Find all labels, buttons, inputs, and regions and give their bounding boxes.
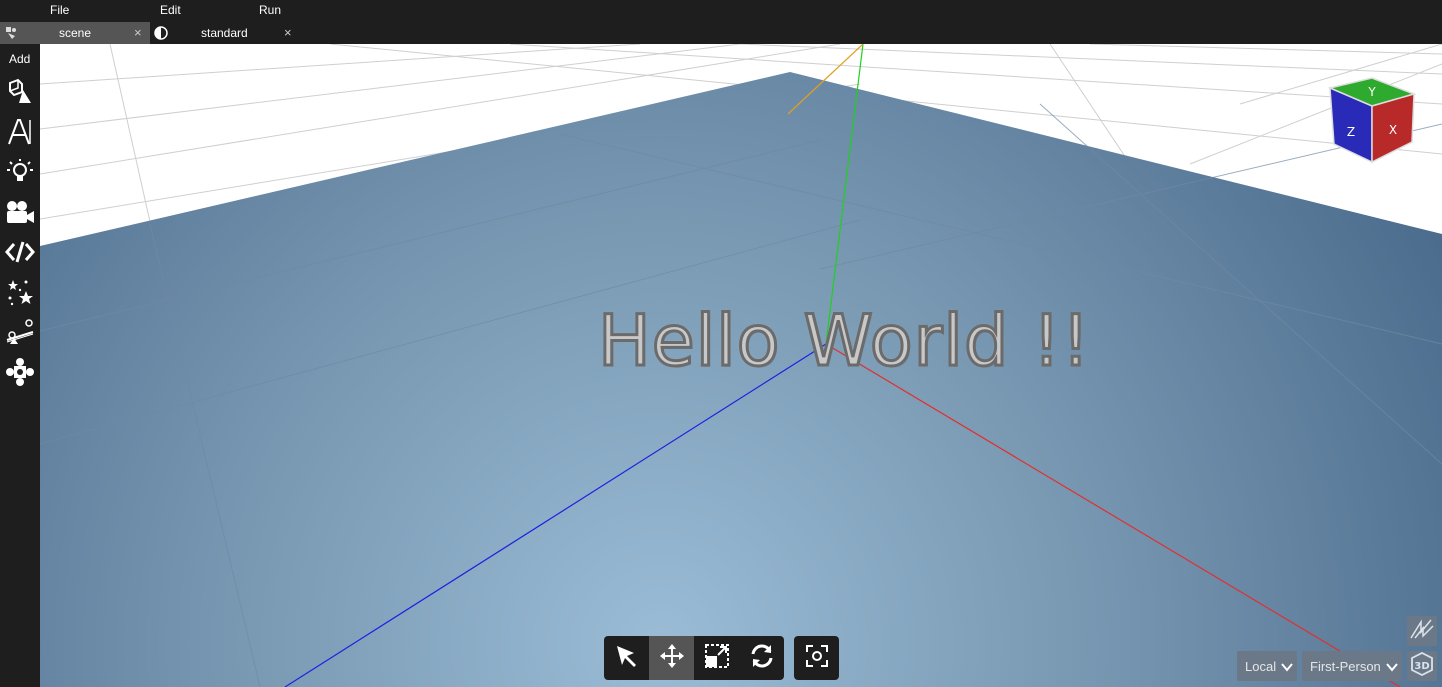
chevron-down-icon xyxy=(1281,660,1293,675)
particles-icon xyxy=(6,278,34,311)
add-particles-button[interactable] xyxy=(5,279,35,309)
tab-close-button[interactable]: × xyxy=(134,25,142,40)
svg-text:3D: 3D xyxy=(1414,661,1429,672)
rotate-tool-button[interactable] xyxy=(739,636,784,680)
hello-world-text-mesh[interactable]: Hello World !! xyxy=(597,299,1092,384)
rotate-icon xyxy=(749,643,775,674)
gamepad-icon xyxy=(6,357,34,391)
add-mesh-button[interactable] xyxy=(5,78,35,111)
focus-icon xyxy=(805,644,829,673)
script-icon xyxy=(5,240,35,269)
camera-mode-select[interactable]: First-Person xyxy=(1302,651,1402,681)
add-camera-button[interactable] xyxy=(5,199,35,229)
select-icon xyxy=(614,643,640,674)
space-select[interactable]: Local xyxy=(1237,651,1297,681)
move-icon xyxy=(659,643,685,674)
select-tool-button[interactable] xyxy=(604,636,649,680)
move-tool-button[interactable] xyxy=(649,636,694,680)
tab-bar: scene × standard × xyxy=(0,22,1442,44)
cube-label-x: X xyxy=(1389,123,1397,137)
text-icon xyxy=(7,118,33,151)
add-script-button[interactable] xyxy=(5,239,35,269)
tab-close-button[interactable]: × xyxy=(284,25,292,40)
add-controller-button[interactable] xyxy=(5,357,35,391)
cube-label-y: Y xyxy=(1367,85,1376,99)
cube-3d-icon: 3D xyxy=(1409,651,1435,682)
physics-icon xyxy=(5,318,35,351)
add-physics-button[interactable] xyxy=(5,318,35,351)
tab-label: standard xyxy=(201,26,248,40)
menu-file[interactable]: File xyxy=(50,3,69,17)
tab-scene[interactable]: scene × xyxy=(0,22,150,44)
add-text-button[interactable] xyxy=(5,118,35,151)
add-light-button[interactable] xyxy=(5,158,35,191)
scale-icon xyxy=(704,643,730,674)
tab-standard[interactable]: standard × xyxy=(150,22,300,44)
wireframe-icon xyxy=(1409,618,1435,645)
material-icon xyxy=(154,26,168,40)
menu-run[interactable]: Run xyxy=(259,3,281,17)
menu-bar: File Edit Run xyxy=(0,0,1442,22)
add-toolbar: Add xyxy=(0,44,40,687)
transform-toolbar xyxy=(604,636,784,680)
camera-mode-select-value: First-Person xyxy=(1310,658,1381,674)
light-icon xyxy=(6,158,34,191)
scale-tool-button[interactable] xyxy=(694,636,739,680)
tab-label: scene xyxy=(59,26,92,40)
camera-icon xyxy=(5,199,35,230)
add-label: Add xyxy=(9,52,31,66)
scene-viewport[interactable]: Hello World !! Y Z X Local First-Person … xyxy=(40,44,1442,687)
gizmo-toggle-button[interactable] xyxy=(1407,616,1437,646)
focus-tool-button[interactable] xyxy=(794,636,839,680)
space-select-value: Local xyxy=(1245,658,1277,674)
chevron-down-icon xyxy=(1386,660,1398,675)
scene-icon xyxy=(4,26,18,40)
view-3d-button[interactable]: 3D xyxy=(1407,651,1437,681)
mesh-icon xyxy=(7,78,33,111)
navigation-cube[interactable]: Y Z X xyxy=(1326,74,1418,171)
cube-label-z: Z xyxy=(1347,125,1355,139)
menu-edit[interactable]: Edit xyxy=(160,3,181,17)
